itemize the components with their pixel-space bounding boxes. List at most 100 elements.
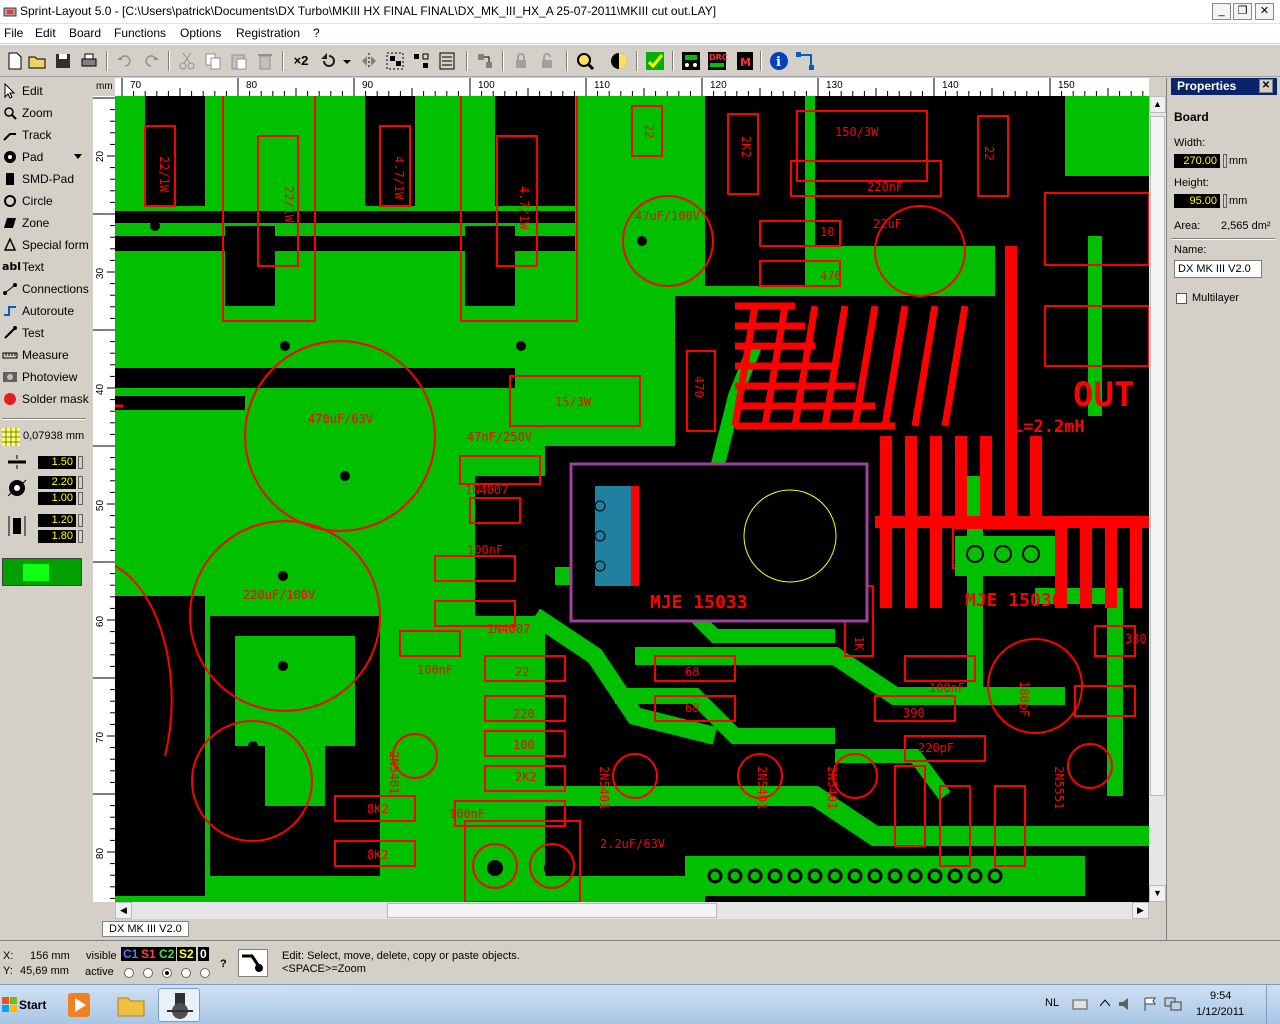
drc-icon[interactable]: DRC: [706, 50, 728, 72]
scroll-up-arrow[interactable]: ▲: [1149, 96, 1166, 113]
pcb-label[interactable]: MJE 15030: [965, 590, 1063, 611]
layer-s2-toggle[interactable]: S2: [177, 947, 196, 961]
tool-measure[interactable]: Measure: [0, 344, 88, 366]
width-spinner[interactable]: [1223, 154, 1227, 168]
delete-icon[interactable]: [254, 50, 276, 72]
explorer-taskbar-item[interactable]: [110, 988, 152, 1022]
multilayer-checkbox[interactable]: [1176, 293, 1187, 304]
pcb-label[interactable]: 220pF: [918, 741, 954, 755]
pad-outer-spinner[interactable]: [78, 476, 83, 489]
tool-solder-mask[interactable]: Solder mask: [0, 388, 89, 410]
pcb-label[interactable]: 150/3W: [835, 125, 879, 139]
horizontal-scroll-thumb[interactable]: [387, 903, 717, 918]
maximize-button[interactable]: ❐: [1233, 3, 1252, 20]
tool-edit[interactable]: Edit: [0, 80, 88, 102]
tool-text[interactable]: abl Text: [0, 256, 88, 278]
pcb-label[interactable]: 180pF: [1017, 681, 1031, 717]
align-icon[interactable]: [436, 50, 458, 72]
menu-board[interactable]: Board: [69, 26, 101, 40]
grid-value[interactable]: 0,07938 mm: [23, 430, 84, 442]
layer-help-button[interactable]: ?: [220, 958, 227, 970]
layer-c1-toggle[interactable]: C1: [121, 947, 141, 961]
layer-color-swatch[interactable]: [2, 558, 82, 586]
active-layer-0-radio[interactable]: [200, 968, 210, 978]
volume-icon[interactable]: [1118, 997, 1134, 1011]
pad-inner-input[interactable]: 1.00: [38, 492, 76, 505]
board-name-input[interactable]: DX MK III V2.0: [1174, 260, 1262, 278]
pcb-label[interactable]: 220uF/100V: [243, 588, 315, 602]
pcb-label[interactable]: 100nF: [417, 663, 453, 677]
info-icon[interactable]: i: [768, 50, 790, 72]
tool-track[interactable]: Track: [0, 124, 88, 146]
menu-functions[interactable]: Functions: [114, 26, 166, 40]
smd-height-spinner[interactable]: [78, 530, 83, 543]
keyboard-icon[interactable]: [1072, 997, 1088, 1011]
menu-registration[interactable]: Registration: [236, 26, 300, 40]
pcb-label[interactable]: 47uF/100V: [635, 209, 700, 223]
menu-edit[interactable]: Edit: [35, 26, 56, 40]
active-layer-c1-radio[interactable]: [124, 968, 134, 978]
contrast-icon[interactable]: [608, 50, 630, 72]
pcb-label[interactable]: 1N4007: [487, 622, 530, 636]
pcb-label[interactable]: 1K: [852, 636, 866, 651]
undo-icon[interactable]: [114, 50, 136, 72]
pcb-label[interactable]: 68: [685, 701, 699, 715]
pcb-label[interactable]: 390: [903, 706, 925, 720]
pcb-label[interactable]: 22/1W: [157, 156, 171, 193]
unlock-icon[interactable]: [536, 50, 558, 72]
print-icon[interactable]: [78, 50, 100, 72]
pcb-label[interactable]: 22: [515, 665, 529, 679]
height-spinner[interactable]: [1223, 194, 1227, 208]
open-icon[interactable]: [26, 50, 48, 72]
pcb-label[interactable]: 470: [820, 269, 842, 283]
pcb-label[interactable]: 330: [1125, 632, 1147, 646]
pcb-label[interactable]: 47nF/250V: [467, 430, 532, 444]
tool-autoroute[interactable]: Autoroute: [0, 300, 88, 322]
copy-icon[interactable]: [202, 50, 224, 72]
pad-inner-spinner[interactable]: [78, 492, 83, 505]
cut-icon[interactable]: [176, 50, 198, 72]
width-input[interactable]: 270.00: [1174, 154, 1220, 168]
pcb-label[interactable]: 2K2: [739, 136, 753, 158]
save-icon[interactable]: [52, 50, 74, 72]
pcb-label[interactable]: 1N4007: [465, 483, 508, 497]
layer-c2-toggle[interactable]: C2: [157, 947, 177, 961]
vertical-scrollbar[interactable]: ▲ ▼: [1149, 96, 1166, 902]
clock-time[interactable]: 9:54: [1210, 990, 1231, 1002]
pcb-label[interactable]: 8K2: [367, 802, 389, 816]
language-indicator[interactable]: NL: [1045, 997, 1059, 1009]
active-layer-s2-radio[interactable]: [181, 968, 191, 978]
tab-board[interactable]: DX MK III V2.0: [102, 921, 189, 937]
redo-icon[interactable]: [140, 50, 162, 72]
grid-icon[interactable]: [2, 428, 20, 446]
show-desktop-button[interactable]: [1266, 985, 1280, 1024]
tool-zoom[interactable]: Zoom: [0, 102, 88, 124]
tool-smd-pad[interactable]: SMD-Pad: [0, 168, 88, 190]
rotate-dropdown-icon[interactable]: [340, 50, 354, 72]
smd-width-spinner[interactable]: [78, 514, 83, 527]
pcb-label[interactable]: 22/1W: [282, 186, 296, 223]
start-button[interactable]: Start: [2, 993, 48, 1017]
pcb-label[interactable]: 10: [820, 225, 834, 239]
pcb-label[interactable]: L=2.2mH: [1013, 417, 1085, 437]
pcb-label[interactable]: 100nF: [449, 807, 485, 821]
pcb-label[interactable]: 4.7/1W: [517, 186, 531, 230]
track-width-input[interactable]: 1.50: [38, 456, 76, 469]
flag-icon[interactable]: [1142, 997, 1158, 1011]
connection-icon[interactable]: [794, 50, 816, 72]
clock-date[interactable]: 1/12/2011: [1196, 1006, 1244, 1018]
pcb-label[interactable]: 100: [513, 738, 535, 752]
pcb-label[interactable]: 2N5401: [825, 766, 839, 809]
new-icon[interactable]: [4, 50, 26, 72]
track-width-spinner[interactable]: [78, 456, 83, 469]
pad-outer-input[interactable]: 2.20: [38, 476, 76, 489]
mirror-icon[interactable]: [358, 50, 380, 72]
active-layer-c2-radio[interactable]: [162, 968, 172, 978]
ungroup-icon[interactable]: [410, 50, 432, 72]
pcb-label[interactable]: 2N5401: [755, 766, 769, 809]
rotate-icon[interactable]: [318, 50, 340, 72]
tray-expand-icon[interactable]: [1100, 999, 1110, 1007]
pad-dropdown-icon[interactable]: [74, 154, 82, 160]
pcb-label[interactable]: 22: [982, 146, 996, 160]
tool-zone[interactable]: Zone: [0, 212, 88, 234]
